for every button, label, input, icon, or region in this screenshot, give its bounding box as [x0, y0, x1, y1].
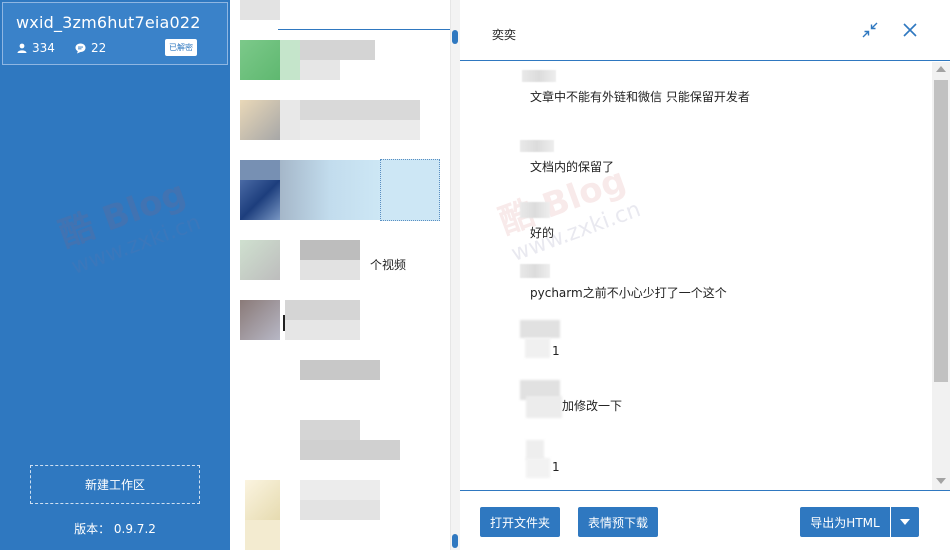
message-item: pycharm之前不小心少打了一个这个	[520, 264, 727, 301]
list-top-line	[278, 29, 450, 30]
message-text: 1	[552, 460, 560, 474]
message-item: 加修改一下	[562, 397, 622, 414]
message-text: pycharm之前不小心少打了一个这个	[530, 286, 727, 300]
blurred-text	[300, 480, 380, 500]
message-text: 加修改一下	[562, 399, 623, 413]
blurred-text	[300, 60, 340, 80]
user-count: 334	[17, 41, 55, 55]
watermark-site: www.zxki.cn	[68, 210, 204, 280]
collapse-button[interactable]	[860, 20, 880, 40]
blurred-sender	[526, 396, 562, 418]
scrollbar-thumb[interactable]	[934, 80, 948, 382]
blurred-text	[280, 40, 300, 80]
watermark: 酷 Blog www.zxki.cn	[51, 164, 204, 280]
sidebar: wxid_3zm6hut7eia022 334 22 已解密 酷 Blog ww…	[0, 0, 230, 550]
blurred-avatar	[245, 520, 280, 550]
export-html-button[interactable]: 导出为HTML	[800, 507, 890, 537]
blurred-text	[300, 40, 375, 60]
message-list[interactable]: 酷 Blog www.zxki.cn 文章中不能有外链和微信 只能保留开发者 文…	[460, 62, 932, 490]
blurred-avatar	[240, 240, 280, 280]
caret-down-icon	[900, 519, 910, 525]
chat-header: 奕奕	[460, 0, 950, 61]
blurred-sender	[520, 140, 554, 152]
watermark-logo: 酷 Blog	[54, 173, 192, 256]
open-folder-button[interactable]: 打开文件夹	[480, 507, 560, 537]
blurred-avatar	[240, 0, 280, 20]
blurred-sender	[526, 440, 544, 460]
blurred-text	[300, 260, 360, 280]
chat-bubble-icon	[75, 43, 86, 53]
blurred-sender	[525, 338, 550, 358]
blurred-text	[280, 160, 380, 220]
blurred-text	[300, 440, 400, 460]
blurred-text	[285, 300, 360, 320]
list-preview-snippet: 个视频	[370, 258, 407, 272]
chat-panel: 奕奕 酷 Blog www.zxki.cn 文章中不能有外链和微信 只能保留开发…	[460, 0, 950, 550]
conversation-list[interactable]: · 个视频	[230, 0, 450, 550]
blurred-text	[285, 320, 360, 340]
divider-handle-top[interactable]	[452, 30, 458, 44]
blurred-text	[300, 500, 380, 520]
divider-handle-bottom[interactable]	[452, 534, 458, 548]
chat-title: 奕奕	[492, 28, 517, 42]
user-count-value: 334	[32, 41, 55, 55]
account-name: wxid_3zm6hut7eia022	[16, 13, 201, 32]
user-icon	[17, 43, 27, 53]
blurred-avatar	[240, 300, 280, 340]
message-item: 好的	[520, 202, 554, 241]
blurred-sender	[526, 458, 550, 478]
collapse-icon	[862, 22, 878, 38]
blurred-text	[300, 360, 380, 380]
version-label: 版本： 0.9.7.2	[74, 522, 156, 536]
chat-footer: 打开文件夹 表情预下载 导出为HTML	[460, 490, 950, 550]
scroll-up-arrow-icon[interactable]	[936, 66, 946, 72]
blurred-sender	[520, 320, 560, 338]
blurred-sender	[522, 70, 556, 82]
close-icon	[903, 23, 917, 37]
chat-count: 22	[75, 41, 106, 55]
blurred-avatar	[245, 480, 280, 520]
message-item: 1	[552, 460, 560, 474]
blurred-text	[280, 100, 300, 140]
decrypted-badge: 已解密	[165, 39, 197, 56]
blurred-text	[300, 420, 360, 440]
message-text: 好的	[530, 226, 555, 240]
panel-divider[interactable]	[450, 0, 460, 550]
account-card[interactable]: wxid_3zm6hut7eia022 334 22 已解密	[2, 2, 228, 65]
new-workspace-button[interactable]: 新建工作区	[30, 465, 200, 504]
selected-conversation[interactable]	[380, 159, 440, 221]
message-text: 文档内的保留了	[530, 160, 615, 174]
blurred-avatar	[240, 40, 280, 80]
blurred-text	[300, 120, 420, 140]
blurred-avatar	[240, 180, 280, 220]
close-button[interactable]	[900, 20, 920, 40]
chat-count-value: 22	[91, 41, 107, 55]
blurred-sender	[520, 264, 550, 278]
emoji-predownload-button[interactable]: 表情预下载	[578, 507, 658, 537]
message-text: 文章中不能有外链和微信 只能保留开发者	[530, 90, 750, 104]
message-item: 1	[552, 344, 560, 358]
blurred-text	[300, 100, 420, 120]
blurred-avatar	[240, 100, 280, 140]
scroll-down-arrow-icon[interactable]	[936, 478, 946, 484]
message-text: 1	[552, 344, 560, 358]
blurred-avatar	[240, 160, 280, 180]
blurred-sender	[520, 202, 550, 218]
blurred-text	[300, 240, 360, 260]
message-item: 文档内的保留了	[520, 140, 614, 175]
message-item: 文章中不能有外链和微信 只能保留开发者	[522, 70, 750, 105]
export-dropdown-button[interactable]	[891, 507, 919, 537]
